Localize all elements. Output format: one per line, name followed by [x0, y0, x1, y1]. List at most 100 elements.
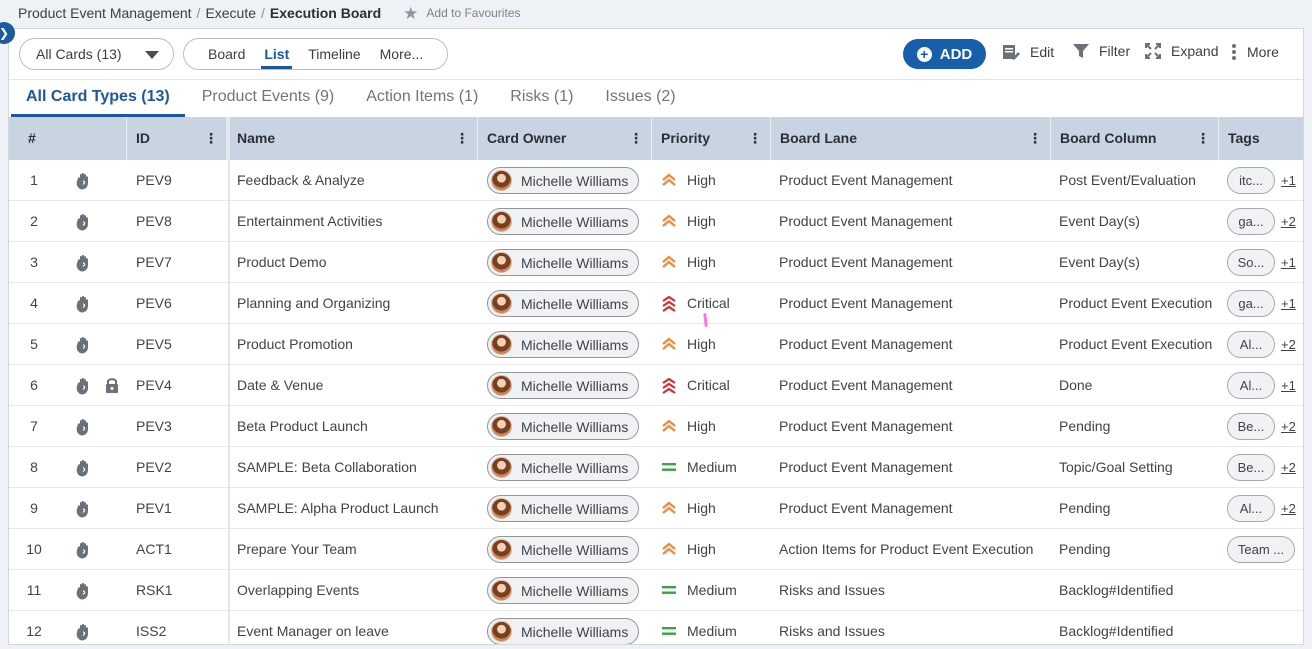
table-row[interactable]: 3 PEV7 Product Demo Michelle Williams High Pr…	[9, 242, 1303, 283]
card-name[interactable]: Prepare Your Team	[228, 529, 357, 570]
view-tab-more[interactable]: More...	[380, 38, 424, 70]
owner-chip[interactable]: Michelle Williams	[487, 372, 639, 399]
tag-chip[interactable]: Al...	[1227, 372, 1275, 399]
column-header-id[interactable]: ID ⋮	[127, 117, 228, 160]
drag-hand-icon[interactable]	[75, 377, 91, 400]
tag-chip[interactable]: itc...	[1227, 167, 1275, 194]
breadcrumb-item-project[interactable]: Product Event Management	[18, 5, 192, 21]
tag-chip[interactable]: Be...	[1227, 413, 1275, 440]
drag-hand-icon[interactable]	[75, 623, 91, 644]
column-menu-icon[interactable]: ⋮	[1196, 117, 1210, 160]
column-header-board-lane[interactable]: Board Lane ⋮	[771, 117, 1051, 160]
tab-product-events[interactable]: Product Events (9)	[187, 79, 350, 117]
owner-chip[interactable]: Michelle Williams	[487, 413, 639, 440]
more-tags-link[interactable]: +2	[1281, 406, 1296, 447]
card-name[interactable]: Event Manager on leave	[228, 611, 389, 644]
owner-chip[interactable]: Michelle Williams	[487, 249, 639, 276]
card-name[interactable]: Date & Venue	[228, 365, 323, 406]
drag-hand-icon[interactable]	[75, 213, 91, 236]
drag-hand-icon[interactable]	[75, 582, 91, 605]
card-id[interactable]: ACT1	[127, 529, 172, 570]
drag-hand-icon[interactable]	[75, 336, 91, 359]
owner-chip[interactable]: Michelle Williams	[487, 536, 639, 563]
column-header-board-column[interactable]: Board Column ⋮	[1051, 117, 1219, 160]
tab-issues[interactable]: Issues (2)	[590, 79, 690, 117]
drag-hand-icon[interactable]	[75, 459, 91, 482]
expand-button[interactable]: Expand	[1145, 43, 1218, 59]
filter-button[interactable]: Filter	[1073, 43, 1130, 59]
table-row[interactable]: 4 PEV6 Planning and Organizing Michelle Wil…	[9, 283, 1303, 324]
card-id[interactable]: PEV3	[127, 406, 172, 447]
more-tags-link[interactable]: +1	[1281, 365, 1296, 406]
table-row[interactable]: 9 PEV1 SAMPLE: Alpha Product Launch Michell…	[9, 488, 1303, 529]
drag-hand-icon[interactable]	[75, 541, 91, 564]
view-tab-list[interactable]: List	[261, 38, 293, 70]
card-name[interactable]: Feedback & Analyze	[228, 160, 365, 201]
column-menu-icon[interactable]: ⋮	[748, 117, 762, 160]
more-tags-link[interactable]: +2	[1281, 447, 1296, 488]
tab-risks[interactable]: Risks (1)	[495, 79, 588, 117]
card-id[interactable]: PEV9	[127, 160, 172, 201]
more-tags-link[interactable]: +1	[1281, 160, 1296, 201]
table-row[interactable]: 8 PEV2 SAMPLE: Beta Collaboration Michelle …	[9, 447, 1303, 488]
drag-hand-icon[interactable]	[75, 295, 91, 318]
more-tags-link[interactable]: +2	[1281, 324, 1296, 365]
table-row[interactable]: 1 PEV9 Feedback & Analyze Michelle Williams…	[9, 160, 1303, 201]
column-header-name[interactable]: Name ⋮	[228, 117, 478, 160]
column-header-card-owner[interactable]: Card Owner ⋮	[478, 117, 652, 160]
drag-hand-icon[interactable]	[75, 172, 91, 195]
card-id[interactable]: RSK1	[127, 570, 173, 611]
card-name[interactable]: SAMPLE: Beta Collaboration	[228, 447, 417, 488]
tag-chip[interactable]: So...	[1227, 249, 1275, 276]
tag-chip[interactable]: Al...	[1227, 331, 1275, 358]
owner-chip[interactable]: Michelle Williams	[487, 167, 639, 194]
tag-chip[interactable]: ga...	[1227, 208, 1275, 235]
more-tags-link[interactable]: +1	[1281, 283, 1296, 324]
column-menu-icon[interactable]: ⋮	[629, 117, 643, 160]
owner-chip[interactable]: Michelle Williams	[487, 618, 639, 644]
card-id[interactable]: ISS2	[127, 611, 166, 644]
card-id[interactable]: PEV2	[127, 447, 172, 488]
table-row[interactable]: 5 PEV5 Product Promotion Michelle Williams H…	[9, 324, 1303, 365]
view-tab-board[interactable]: Board	[208, 38, 245, 70]
tag-chip[interactable]: Team ...	[1227, 536, 1295, 563]
card-name[interactable]: Entertainment Activities	[228, 201, 383, 242]
owner-chip[interactable]: Michelle Williams	[487, 331, 639, 358]
column-header-priority[interactable]: Priority ⋮	[652, 117, 771, 160]
more-button[interactable]: More	[1231, 43, 1279, 61]
column-menu-icon[interactable]: ⋮	[204, 117, 218, 160]
owner-chip[interactable]: Michelle Williams	[487, 454, 639, 481]
table-row[interactable]: 12 ISS2 Event Manager on leave Michelle Wil…	[9, 611, 1303, 644]
card-name[interactable]: SAMPLE: Alpha Product Launch	[228, 488, 439, 529]
table-row[interactable]: 2 PEV8 Entertainment Activities Michelle Wi…	[9, 201, 1303, 242]
more-tags-link[interactable]: +2	[1281, 488, 1296, 529]
card-id[interactable]: PEV8	[127, 201, 172, 242]
card-id[interactable]: PEV1	[127, 488, 172, 529]
owner-chip[interactable]: Michelle Williams	[487, 290, 639, 317]
card-name[interactable]: Overlapping Events	[228, 570, 359, 611]
table-row[interactable]: 11 RSK1 Overlapping Events Michelle William…	[9, 570, 1303, 611]
owner-chip[interactable]: Michelle Williams	[487, 577, 639, 604]
drag-hand-icon[interactable]	[75, 254, 91, 277]
more-tags-link[interactable]: +2	[1281, 201, 1296, 242]
owner-chip[interactable]: Michelle Williams	[487, 495, 639, 522]
drag-hand-icon[interactable]	[75, 418, 91, 441]
card-name[interactable]: Product Demo	[228, 242, 326, 283]
add-to-favourites-button[interactable]: ★ Add to Favourites	[403, 5, 520, 22]
tab-all-card-types[interactable]: All Card Types (13)	[11, 79, 185, 117]
add-button[interactable]: + ADD	[903, 39, 986, 69]
card-id[interactable]: PEV5	[127, 324, 172, 365]
tag-chip[interactable]: Al...	[1227, 495, 1275, 522]
card-id[interactable]: PEV4	[127, 365, 172, 406]
column-menu-icon[interactable]: ⋮	[455, 117, 469, 160]
card-filter-dropdown[interactable]: All Cards (13)	[19, 38, 174, 70]
drag-hand-icon[interactable]	[75, 500, 91, 523]
table-row[interactable]: 6 PEV4 Date & Venue Michelle Williams Critic…	[9, 365, 1303, 406]
view-tab-timeline[interactable]: Timeline	[308, 38, 360, 70]
tab-action-items[interactable]: Action Items (1)	[351, 79, 493, 117]
owner-chip[interactable]: Michelle Williams	[487, 208, 639, 235]
breadcrumb-item-execute[interactable]: Execute	[205, 5, 256, 21]
edit-button[interactable]: Edit	[1002, 43, 1054, 61]
tag-chip[interactable]: Be...	[1227, 454, 1275, 481]
card-name[interactable]: Beta Product Launch	[228, 406, 368, 447]
